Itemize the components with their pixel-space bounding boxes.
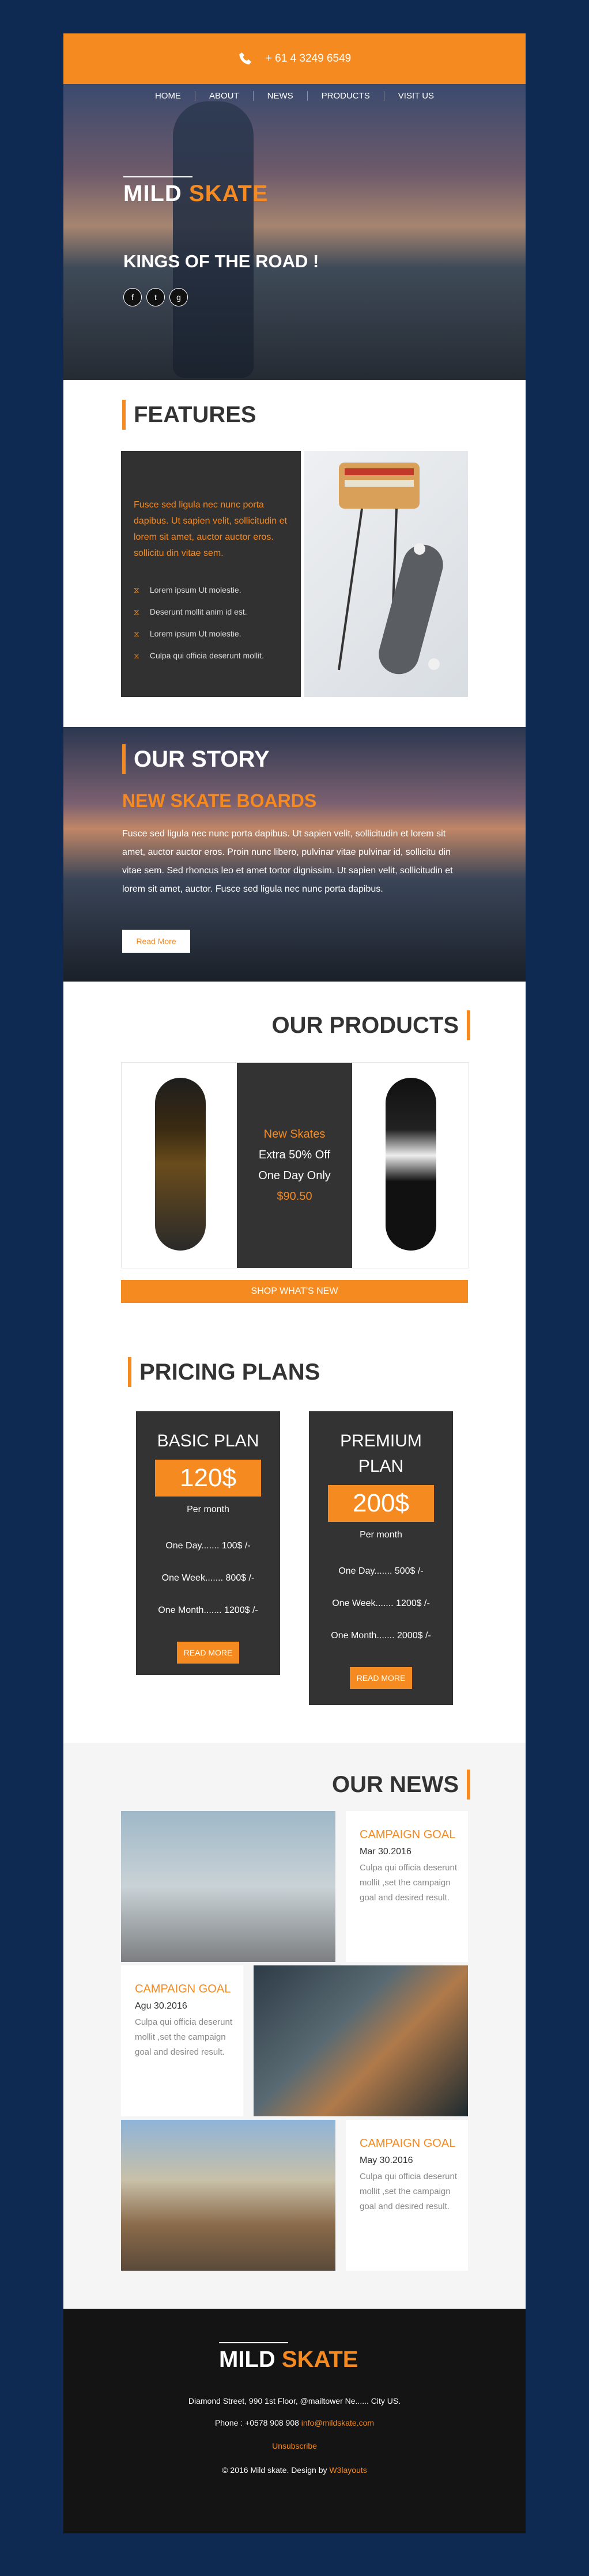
hourglass-icon: ⧖: [134, 585, 139, 594]
features-image: [304, 451, 468, 697]
footer-phone: Phone : +0578 908 908: [214, 2418, 299, 2427]
google-plus-icon[interactable]: g: [169, 288, 188, 306]
basic-plan-card: BASIC PLAN 120$ Per month One Day.......…: [136, 1411, 280, 1675]
plan-row: One Day....... 100$ /-: [165, 1541, 251, 1551]
news-card-date: Agu 30.2016: [135, 2001, 187, 2011]
news-card-title[interactable]: CAMPAIGN GOAL: [360, 2137, 455, 2150]
nav-about[interactable]: ABOUT: [194, 91, 253, 101]
read-more-button[interactable]: READ MORE: [177, 1642, 239, 1664]
phone-icon: [239, 52, 251, 65]
hourglass-icon: ⧖: [134, 607, 139, 616]
plan-row: One Week....... 1200$ /-: [332, 1598, 430, 1608]
products-title: OUR PRODUCTS: [272, 1010, 470, 1040]
footer: MILD SKATE Diamond Street, 990 1st Floor…: [63, 2309, 526, 2533]
shop-new-button[interactable]: SHOP WHAT'S NEW: [121, 1280, 468, 1303]
news-card-title[interactable]: CAMPAIGN GOAL: [360, 1828, 455, 1842]
features-section: FEATURES Fusce sed ligula nec nunc porta…: [63, 380, 526, 727]
pricing-title: PRICING PLANS: [128, 1357, 320, 1387]
product-card[interactable]: [122, 1063, 237, 1268]
products-section: OUR PRODUCTS New Skates Extra 50% Off On…: [63, 982, 526, 1336]
top-bar: + 61 4 3249 6549: [63, 33, 526, 84]
promo-line: One Day Only: [258, 1169, 331, 1182]
phone-number[interactable]: + 61 4 3249 6549: [266, 52, 351, 65]
list-item: ⧖ Culpa qui officia deserunt mollit.: [134, 645, 264, 666]
story-title: OUR STORY: [122, 744, 270, 774]
promo-line: New Skates: [263, 1128, 326, 1141]
hero-banner: HOME ABOUT NEWS PRODUCTS VISIT US MILD S…: [63, 84, 526, 380]
logo-mild: MILD: [123, 181, 182, 206]
hero-photo: [173, 101, 254, 378]
footer-copyright: © 2016 Mild skate. Design by W3layouts: [63, 2465, 526, 2475]
nav-products[interactable]: PRODUCTS: [307, 91, 384, 101]
news-section: OUR NEWS CAMPAIGN GOAL Mar 30.2016 Culpa…: [63, 1743, 526, 2309]
copyright-text: © 2016 Mild skate. Design by: [222, 2465, 327, 2475]
nav-visit-us[interactable]: VISIT US: [383, 91, 448, 101]
promo-line: Extra 50% Off: [258, 1149, 331, 1161]
plan-name: PREMIUM PLAN: [340, 1431, 422, 1476]
news-title: OUR NEWS: [332, 1770, 470, 1800]
pricing-section: PRICING PLANS BASIC PLAN 120$ Per month …: [63, 1336, 526, 1743]
plan-name: BASIC PLAN: [157, 1431, 259, 1450]
features-text: Fusce sed ligula nec nunc porta dapibus.…: [134, 500, 287, 558]
plan-price: 120$: [155, 1460, 261, 1497]
news-card: CAMPAIGN GOAL Agu 30.2016 Culpa qui offi…: [121, 1965, 243, 2116]
read-more-button[interactable]: Read More: [122, 930, 190, 953]
news-card-desc: Culpa qui officia deserunt mollit ,set t…: [360, 2172, 457, 2211]
social-links: f t g: [123, 288, 188, 306]
hourglass-icon: ⧖: [134, 629, 139, 638]
news-card-date: May 30.2016: [360, 2155, 413, 2165]
skateboard-image: [155, 1078, 206, 1251]
nav-news[interactable]: NEWS: [252, 91, 307, 101]
read-more-button[interactable]: READ MORE: [350, 1667, 412, 1689]
footer-contact: Phone : +0578 908 908 info@mildskate.com: [63, 2418, 526, 2427]
plan-row: One Month....... 2000$ /-: [331, 1631, 431, 1641]
product-card[interactable]: [352, 1063, 467, 1268]
features-title: FEATURES: [122, 400, 256, 430]
news-image[interactable]: [254, 1965, 468, 2116]
main-nav: HOME ABOUT NEWS PRODUCTS VISIT US: [63, 91, 526, 101]
news-card: CAMPAIGN GOAL May 30.2016 Culpa qui offi…: [346, 2120, 468, 2271]
skateboard-image: [386, 1078, 436, 1251]
designer-link[interactable]: W3layouts: [329, 2465, 367, 2475]
features-list: ⧖ Lorem ipsum Ut molestie. ⧖ Deserunt moll…: [134, 579, 264, 666]
news-card-desc: Culpa qui officia deserunt mollit ,set t…: [360, 1863, 457, 1903]
plan-row: One Day....... 500$ /-: [338, 1566, 424, 1576]
plan-price: 200$: [328, 1485, 434, 1522]
logo-mild: MILD: [219, 2347, 275, 2372]
site-logo[interactable]: MILD SKATE: [123, 176, 269, 207]
footer-email-link[interactable]: info@mildskate.com: [301, 2418, 374, 2427]
news-card: CAMPAIGN GOAL Mar 30.2016 Culpa qui offi…: [346, 1811, 468, 1962]
plan-row: One Month....... 1200$ /-: [158, 1605, 258, 1615]
logo-skate: SKATE: [188, 181, 269, 206]
news-card-title[interactable]: CAMPAIGN GOAL: [135, 1983, 231, 1996]
news-card-date: Mar 30.2016: [360, 1847, 411, 1857]
facebook-icon[interactable]: f: [123, 288, 142, 306]
logo-skate: SKATE: [281, 2347, 358, 2372]
premium-plan-card: PREMIUM PLAN 200$ Per month One Day.....…: [309, 1411, 453, 1705]
hero-tagline: KINGS OF THE ROAD !: [123, 251, 319, 271]
promo-card: New Skates Extra 50% Off One Day Only $9…: [237, 1063, 352, 1268]
footer-logo[interactable]: MILD SKATE: [219, 2342, 358, 2373]
unsubscribe-link[interactable]: Unsubscribe: [272, 2441, 317, 2450]
news-card-desc: Culpa qui officia deserunt mollit ,set t…: [135, 2017, 232, 2057]
news-image[interactable]: [121, 1811, 335, 1962]
products-grid: New Skates Extra 50% Off One Day Only $9…: [121, 1062, 469, 1268]
list-item: ⧖ Lorem ipsum Ut molestie.: [134, 623, 264, 645]
plan-period: Per month: [187, 1505, 229, 1514]
plan-period: Per month: [360, 1530, 402, 1540]
footer-unsubscribe-row: Unsubscribe: [63, 2441, 526, 2450]
story-text: Fusce sed ligula nec nunc porta dapibus.…: [122, 829, 453, 894]
nav-home[interactable]: HOME: [141, 91, 195, 101]
twitter-icon[interactable]: t: [146, 288, 165, 306]
news-image[interactable]: [121, 2120, 335, 2271]
story-subtitle: NEW SKATE BOARDS: [122, 790, 317, 811]
features-box: Fusce sed ligula nec nunc porta dapibus.…: [121, 451, 301, 697]
list-item: ⧖ Deserunt mollit anim id est.: [134, 601, 264, 623]
promo-price: $90.50: [277, 1190, 312, 1203]
list-item: ⧖ Lorem ipsum Ut molestie.: [134, 579, 264, 601]
hourglass-icon: ⧖: [134, 651, 139, 660]
plan-row: One Week....... 800$ /-: [161, 1573, 255, 1583]
story-section: OUR STORY NEW SKATE BOARDS Fusce sed lig…: [63, 727, 526, 982]
footer-address: Diamond Street, 990 1st Floor, @mailtowe…: [188, 2396, 401, 2405]
